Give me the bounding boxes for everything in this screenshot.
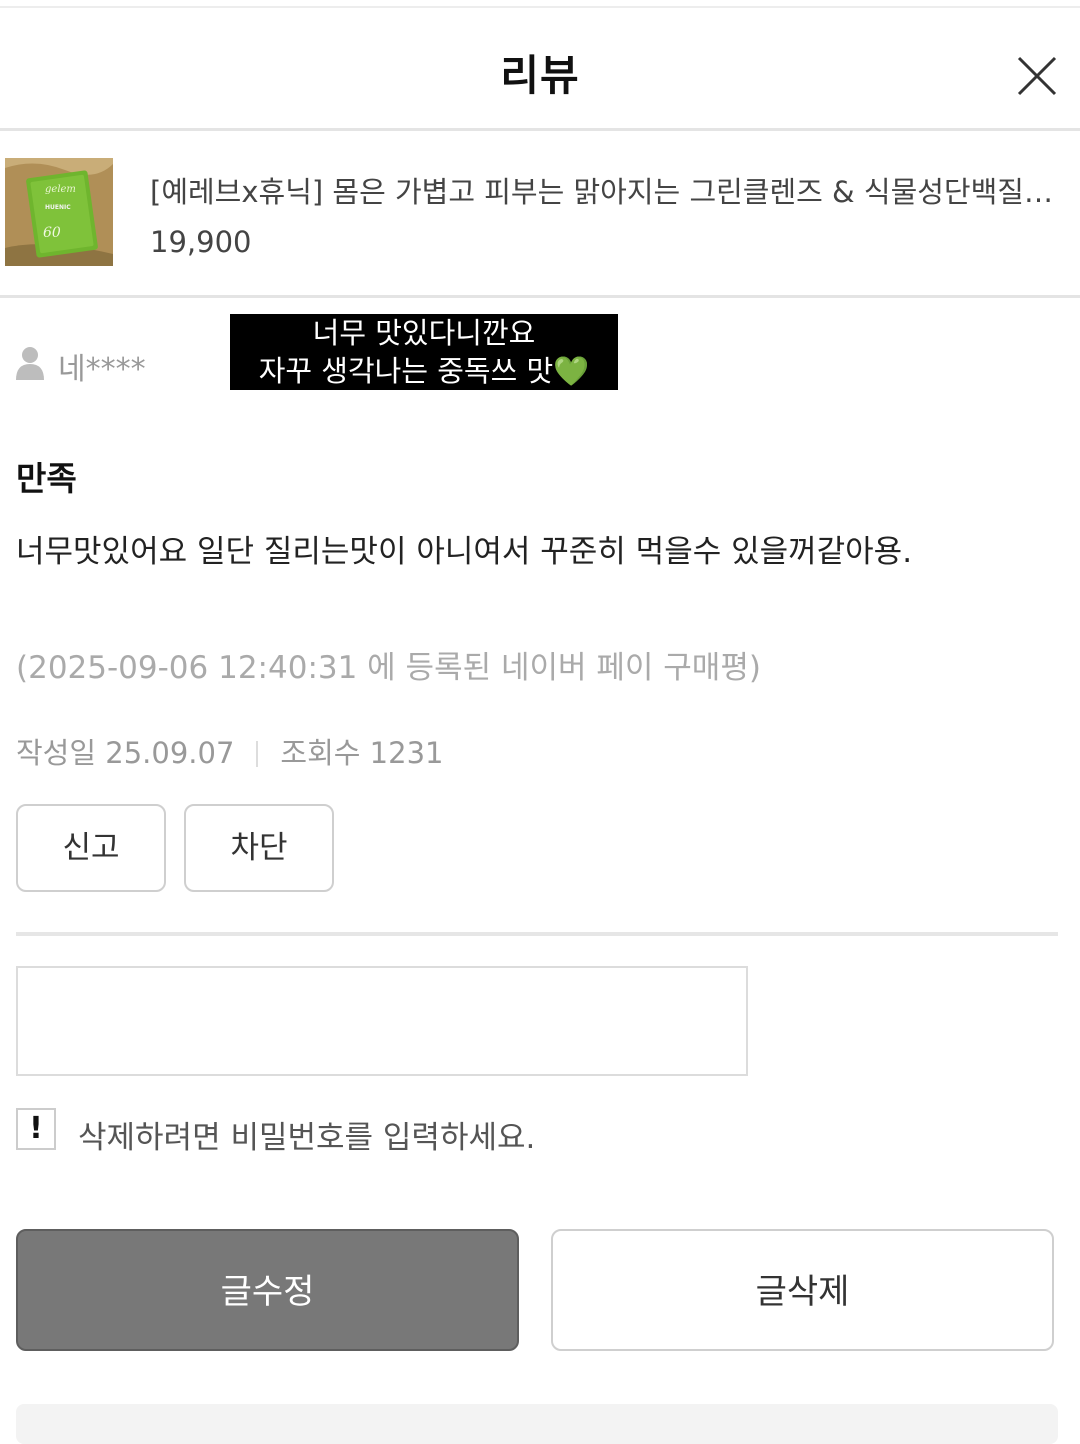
close-button[interactable] bbox=[1010, 52, 1062, 104]
product-thumbnail[interactable]: gelem HUENIC 60 bbox=[5, 158, 113, 266]
report-button[interactable]: 신고 bbox=[16, 804, 166, 892]
product-price: 19,900 bbox=[150, 225, 252, 259]
header: 리뷰 bbox=[0, 8, 1080, 128]
page-title: 리뷰 bbox=[500, 51, 580, 100]
product-summary[interactable]: gelem HUENIC 60 [예레브x휴닉] 몸은 가볍고 피부는 맑아지는… bbox=[0, 131, 1080, 295]
edit-post-button[interactable]: 글수정 bbox=[16, 1229, 519, 1351]
info-divider bbox=[256, 741, 259, 767]
rating-label: 만족 bbox=[16, 459, 77, 498]
warning-icon: ! bbox=[16, 1108, 56, 1150]
warning-text: 삭제하려면 비밀번호를 입력하세요. bbox=[78, 1120, 536, 1156]
reviewer-nickname: 네**** bbox=[58, 352, 146, 387]
user-icon bbox=[16, 347, 44, 380]
svg-text:HUENIC: HUENIC bbox=[45, 204, 71, 211]
written-date: 작성일 25.09.07 bbox=[16, 736, 235, 770]
delete-post-button[interactable]: 글삭제 bbox=[551, 1229, 1054, 1351]
close-icon bbox=[1017, 56, 1057, 96]
review-text: 너무맛있어요 일단 질리는맛이 아니여서 꾸준히 먹을수 있을꺼같아용. bbox=[16, 534, 913, 570]
divider bbox=[16, 932, 1058, 936]
divider bbox=[0, 295, 1080, 298]
green-heart-emoji: 💚 bbox=[553, 354, 590, 388]
caption-line-2: 자꾸 생각나는 중독쓰 맛 bbox=[258, 354, 554, 388]
password-input[interactable] bbox=[16, 966, 748, 1076]
review-photo-caption[interactable]: 너무 맛있다니깐요 자꾸 생각나는 중독쓰 맛💚 bbox=[230, 314, 618, 390]
svg-text:60: 60 bbox=[43, 225, 61, 241]
review-info: 작성일 25.09.07 조회수 1231 bbox=[16, 730, 443, 772]
bottom-panel bbox=[16, 1404, 1058, 1444]
view-count: 조회수 1231 bbox=[280, 736, 444, 770]
review-source-note: (2025-09-06 12:40:31 에 등록된 네이버 페이 구매평) bbox=[16, 650, 761, 686]
caption-line-1: 너무 맛있다니깐요 bbox=[312, 316, 536, 350]
svg-text:gelem: gelem bbox=[45, 184, 76, 195]
product-name[interactable]: [예레브x휴닉] 몸은 가볍고 피부는 맑아지는 그린클렌즈 & 식물성단백질 … bbox=[150, 169, 1055, 211]
block-button[interactable]: 차단 bbox=[184, 804, 334, 892]
